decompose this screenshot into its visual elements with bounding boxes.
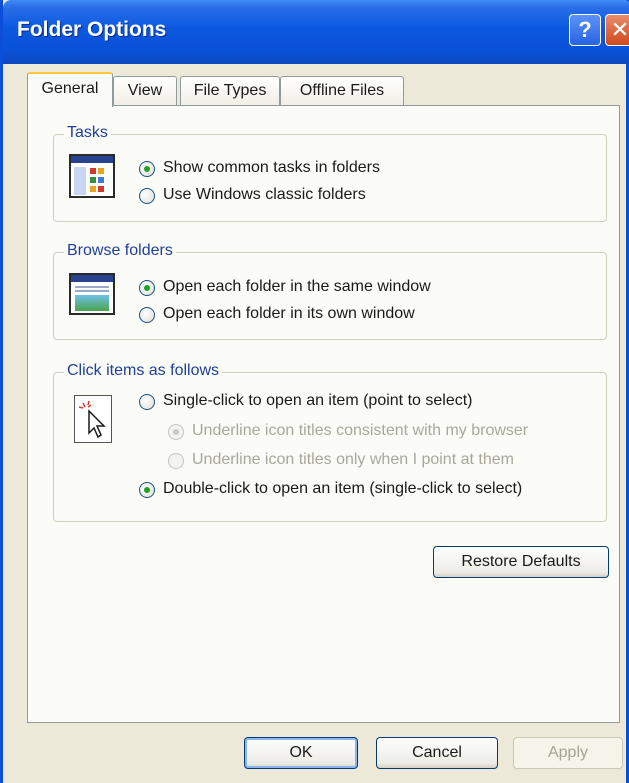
- radio-selected-disabled[interactable]: [168, 424, 184, 440]
- folder-options-window: Folder Options ? ✕ General View File Typ…: [0, 0, 629, 783]
- radio-unselected[interactable]: [139, 394, 155, 410]
- apply-button[interactable]: Apply: [513, 737, 623, 769]
- cancel-button[interactable]: Cancel: [376, 737, 498, 769]
- restore-defaults-button[interactable]: Restore Defaults: [433, 546, 609, 578]
- tasks-folder-icon: [69, 154, 115, 198]
- tab-file-types[interactable]: File Types: [180, 76, 280, 105]
- radio-unselected-disabled[interactable]: [168, 453, 184, 469]
- title-bar[interactable]: Folder Options ? ✕: [3, 0, 629, 64]
- tasks-group-label: Tasks: [64, 124, 111, 142]
- tab-general[interactable]: General: [27, 72, 113, 107]
- radio-label: Underline icon titles only when I point …: [192, 451, 514, 468]
- radio-label: Double-click to open an item (single-cli…: [163, 480, 523, 497]
- radio-label: Open each folder in the same window: [163, 278, 431, 295]
- browse-window-icon: [69, 273, 115, 315]
- ok-button[interactable]: OK: [244, 737, 358, 769]
- browse-group-label: Browse folders: [64, 242, 176, 260]
- window-title: Folder Options: [17, 18, 167, 41]
- radio-label: Single-click to open an item (point to s…: [163, 392, 473, 409]
- general-tab-panel: Tasks Show common tasks in folders Use W…: [27, 105, 620, 723]
- radio-label: Show common tasks in folders: [163, 159, 380, 176]
- click-group-label: Click items as follows: [64, 362, 223, 380]
- radio-unselected[interactable]: [139, 307, 155, 323]
- help-button[interactable]: ?: [569, 14, 601, 46]
- radio-selected[interactable]: [139, 482, 155, 498]
- tab-view[interactable]: View: [113, 76, 177, 105]
- radio-label: Open each folder in its own window: [163, 305, 415, 322]
- radio-unselected[interactable]: [139, 188, 155, 204]
- radio-selected[interactable]: [139, 280, 155, 296]
- browse-folders-group: Browse folders Open each folder in the s…: [53, 242, 607, 340]
- click-items-group: Click items as follows Single-click to o…: [53, 362, 607, 522]
- click-cursor-icon: [74, 395, 112, 443]
- close-button[interactable]: ✕: [605, 14, 629, 46]
- radio-label: Underline icon titles consistent with my…: [192, 422, 529, 439]
- close-icon: ✕: [610, 17, 629, 42]
- tasks-group: Tasks Show common tasks in folders Use W…: [53, 124, 607, 222]
- help-icon: ?: [578, 17, 592, 42]
- radio-label: Use Windows classic folders: [163, 186, 366, 203]
- tab-offline-files[interactable]: Offline Files: [280, 76, 404, 105]
- radio-selected[interactable]: [139, 161, 155, 177]
